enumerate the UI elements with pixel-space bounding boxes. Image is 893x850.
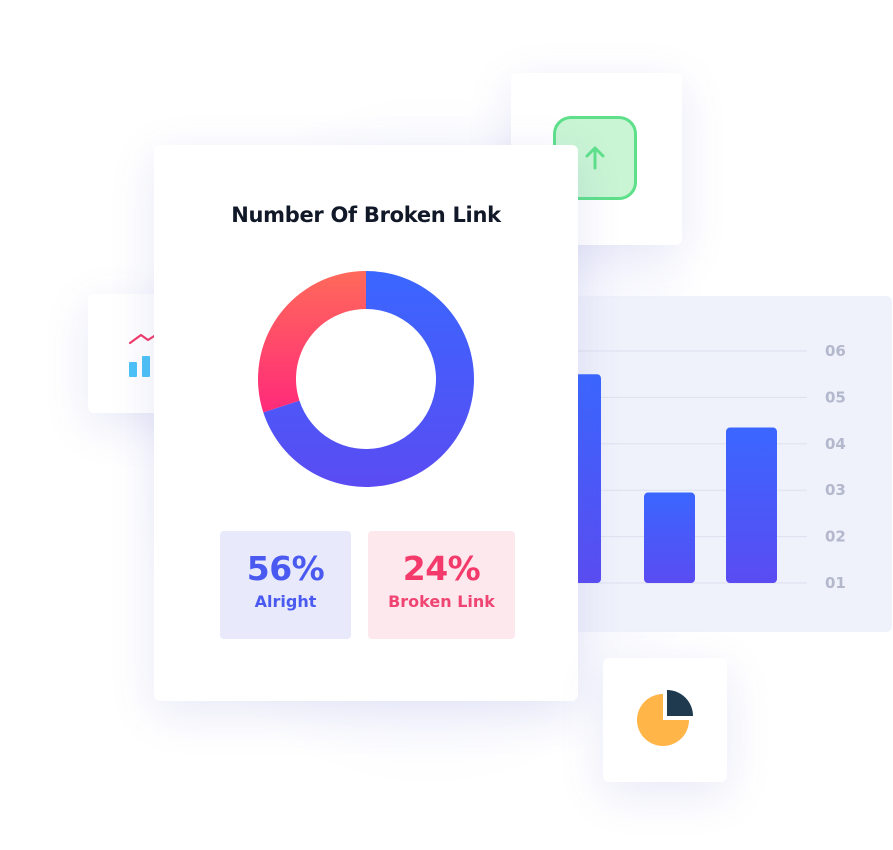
stat-broken-link-label: Broken Link bbox=[388, 592, 495, 611]
y-tick-label: 05 bbox=[825, 388, 846, 406]
bar-b bbox=[644, 492, 695, 583]
y-tick-label: 06 bbox=[825, 342, 846, 360]
bar-chart-panel: 06 05 04 03 02 01 bbox=[560, 296, 892, 632]
stat-broken-link-value: 24% bbox=[402, 549, 481, 588]
stat-alright-value: 56% bbox=[246, 549, 325, 588]
y-tick-label: 03 bbox=[825, 481, 846, 499]
y-tick-label: 01 bbox=[825, 574, 846, 592]
stat-broken-link: 24% Broken Link bbox=[368, 531, 515, 639]
bar-chart: 06 05 04 03 02 01 bbox=[560, 342, 846, 592]
broken-link-card: Number Of Broken Link 56% Alright 24% Br… bbox=[154, 145, 578, 701]
chart-title: Number Of Broken Link bbox=[231, 203, 501, 227]
pie-card[interactable] bbox=[603, 658, 727, 782]
y-tick-label: 04 bbox=[825, 435, 846, 453]
y-tick-label: 02 bbox=[825, 528, 846, 546]
stat-alright-label: Alright bbox=[254, 592, 317, 611]
bar-c bbox=[726, 427, 777, 583]
donut-slice-broken-link bbox=[258, 271, 366, 413]
pie-chart-icon bbox=[637, 690, 693, 746]
donut-chart bbox=[258, 271, 474, 487]
stat-alright: 56% Alright bbox=[220, 531, 351, 639]
arrow-up-icon bbox=[585, 146, 605, 170]
